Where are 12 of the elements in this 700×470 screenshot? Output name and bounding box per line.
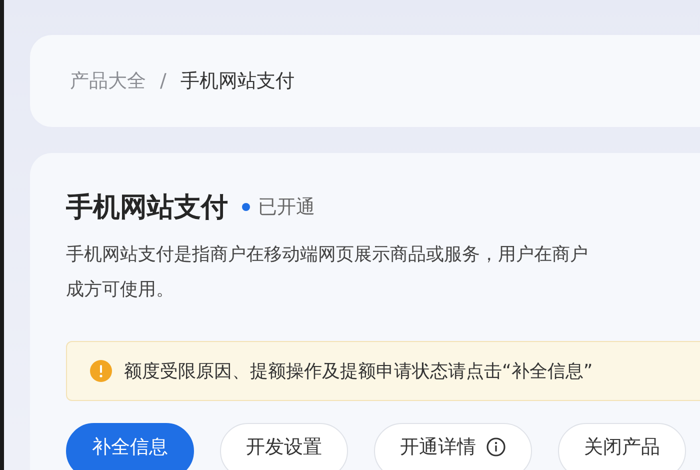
action-button[interactable]: 开发设置 [220,423,348,470]
info-icon [486,437,506,457]
description-text: 手机网站支付是指商户在移动端网页展示商品或服务，用户在商户 [66,243,589,267]
description-text: 成方可使用。 [66,278,175,302]
product-title: 手机网站支付 [66,191,228,225]
action-button[interactable]: 开通详情 [374,423,532,470]
action-button[interactable]: 关闭产品 [558,423,686,470]
action-button[interactable]: 补全信息 [66,423,194,470]
status-label: 已开通 [258,195,315,220]
warning-icon [90,360,112,382]
alert-text: 额度受限原因、提额操作及提额申请状态请点击“补全信息” [124,360,593,383]
breadcrumb-separator: / [160,70,166,92]
